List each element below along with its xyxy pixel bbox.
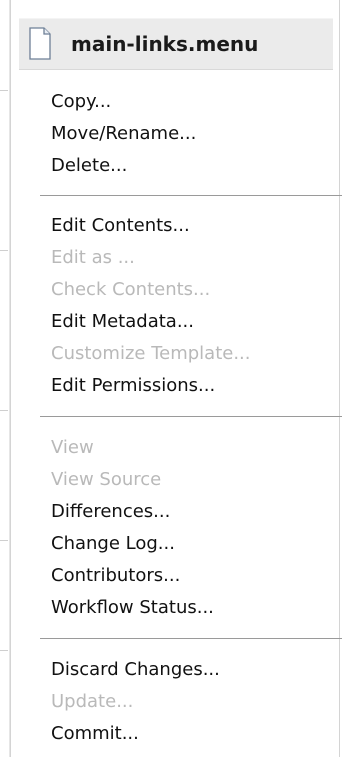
background-page-edge bbox=[0, 0, 10, 757]
page: main-links.menu Copy... Move/Rename... D… bbox=[0, 0, 342, 757]
menu-item-edit-as: Edit as ... bbox=[51, 247, 135, 268]
background-tick bbox=[0, 650, 8, 651]
menu-item-move-rename[interactable]: Move/Rename... bbox=[11, 118, 341, 150]
context-menu: main-links.menu Copy... Move/Rename... D… bbox=[10, 0, 342, 757]
menu-item-update: Update... bbox=[51, 691, 134, 712]
background-tick bbox=[0, 540, 8, 541]
menu-group-view: View View Source Differences... Change L… bbox=[11, 432, 341, 624]
menu-item-edit-contents[interactable]: Edit Contents... bbox=[11, 210, 341, 242]
file-icon bbox=[29, 27, 51, 60]
menu-header: main-links.menu bbox=[19, 18, 333, 70]
menu-item-commit[interactable]: Commit... bbox=[11, 718, 341, 750]
menu-item-delete[interactable]: Delete... bbox=[11, 150, 341, 182]
menu-item-discard-changes[interactable]: Discard Changes... bbox=[11, 654, 341, 686]
menu-group-commit: Discard Changes... Update... Commit... bbox=[11, 654, 341, 750]
menu-item-differences[interactable]: Differences... bbox=[11, 496, 341, 528]
menu-group-edit: Edit Contents... Edit as ... Check Conte… bbox=[11, 210, 341, 402]
menu-item-view: View bbox=[51, 437, 94, 458]
menu-item-edit-metadata[interactable]: Edit Metadata... bbox=[11, 306, 341, 338]
menu-group-file-ops: Copy... Move/Rename... Delete... bbox=[11, 86, 341, 182]
menu-divider bbox=[40, 195, 342, 196]
menu-item-change-log[interactable]: Change Log... bbox=[11, 528, 341, 560]
menu-title: main-links.menu bbox=[71, 32, 259, 56]
menu-item-view-source: View Source bbox=[51, 469, 162, 490]
menu-item-edit-permissions[interactable]: Edit Permissions... bbox=[11, 370, 341, 402]
menu-item-workflow-status[interactable]: Workflow Status... bbox=[11, 592, 341, 624]
background-tick bbox=[0, 410, 8, 411]
background-tick bbox=[0, 90, 8, 91]
menu-divider bbox=[40, 416, 342, 417]
background-tick bbox=[0, 250, 8, 251]
menu-divider bbox=[40, 638, 342, 639]
menu-item-customize-template: Customize Template... bbox=[51, 343, 251, 364]
menu-item-contributors[interactable]: Contributors... bbox=[11, 560, 341, 592]
menu-item-check-contents: Check Contents... bbox=[51, 279, 211, 300]
menu-item-copy[interactable]: Copy... bbox=[11, 86, 341, 118]
